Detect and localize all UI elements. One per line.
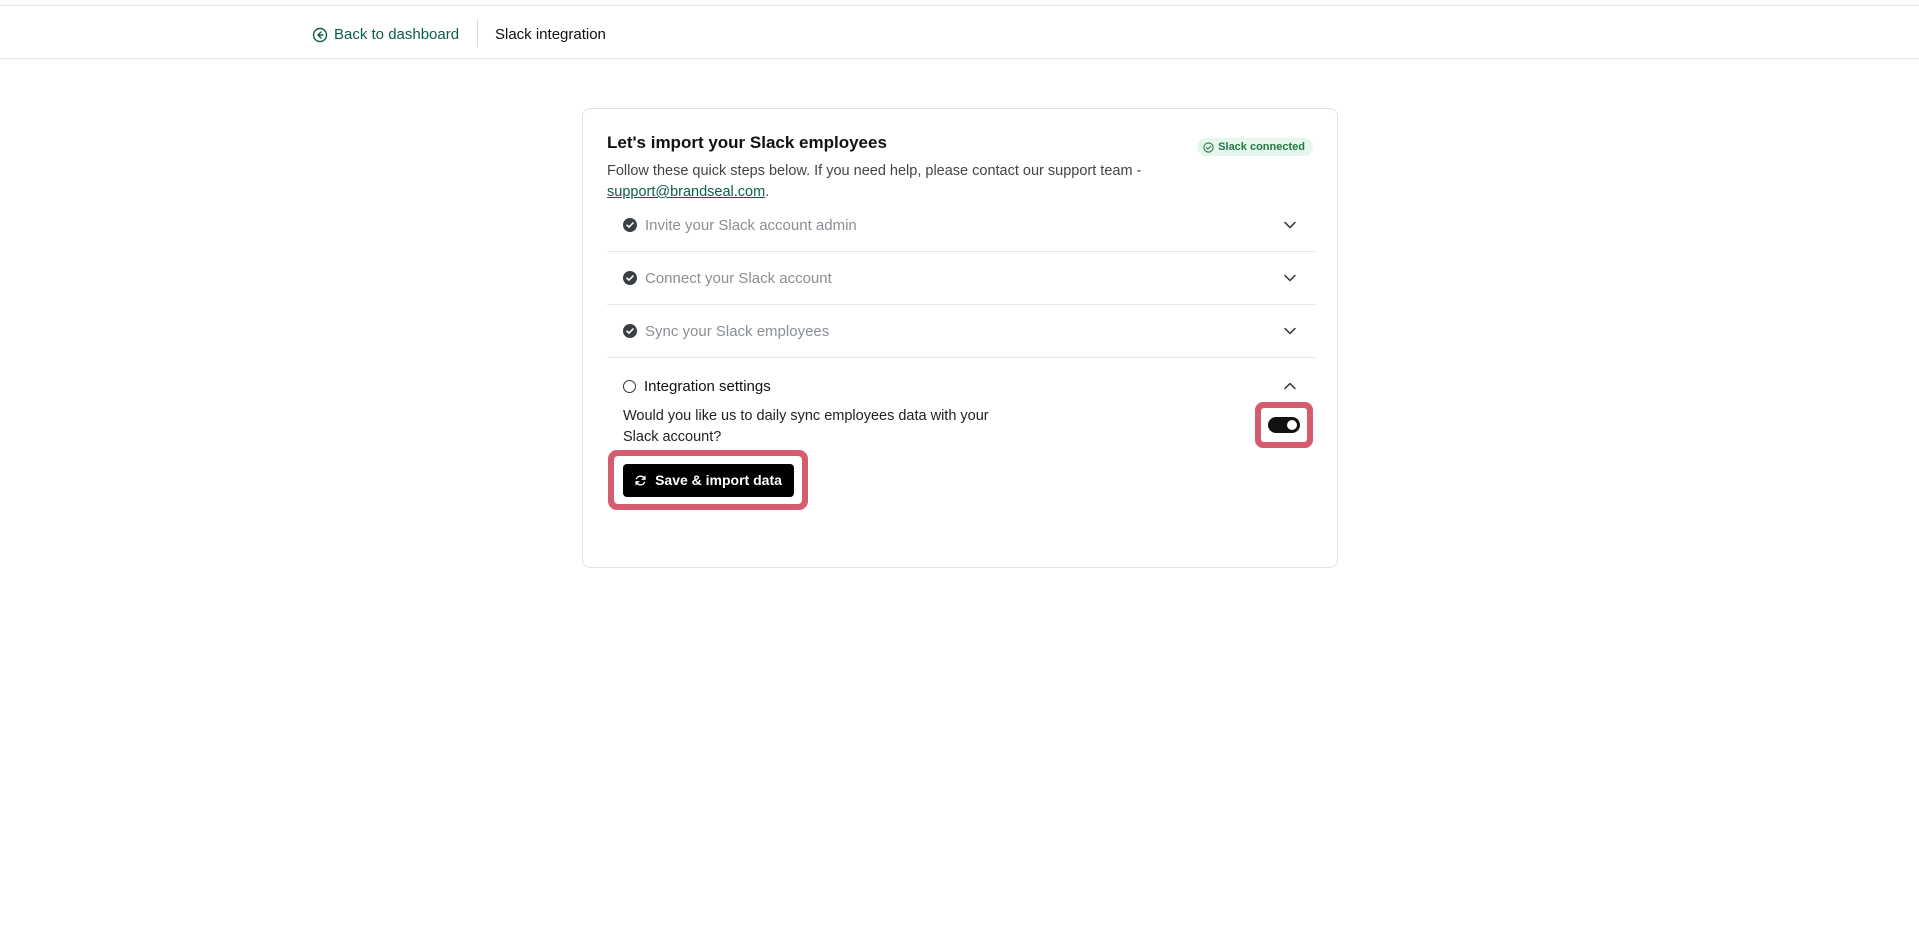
check-circle-filled-icon (623, 271, 637, 285)
toggle-frame (1261, 408, 1307, 442)
toggle-highlight (1255, 402, 1313, 448)
toggle-knob (1287, 420, 1297, 430)
description-end: . (765, 184, 770, 200)
step-connect-account[interactable]: Connect your Slack account (607, 252, 1315, 305)
button-label: Save & import data (655, 472, 782, 488)
support-email-link[interactable]: support@brandseal.com (607, 184, 765, 200)
button-highlight: Save & import data (608, 450, 808, 510)
header-divider (477, 19, 478, 47)
radio-empty-icon (623, 379, 636, 393)
daily-sync-toggle[interactable] (1268, 417, 1300, 433)
chevron-down-icon[interactable] (1283, 324, 1297, 338)
integration-settings-header[interactable]: Integration settings (607, 359, 1315, 413)
integration-card: Let's import your Slack employees Slack … (582, 108, 1338, 568)
step-label: Integration settings (644, 377, 771, 395)
refresh-icon (634, 474, 647, 487)
chevron-up-icon[interactable] (1283, 379, 1297, 393)
step-invite-admin[interactable]: Invite your Slack account admin (607, 199, 1315, 252)
save-import-button[interactable]: Save & import data (622, 463, 794, 497)
button-frame: Save & import data (614, 456, 802, 504)
daily-sync-question: Would you like us to daily sync employee… (623, 408, 989, 445)
card-title: Let's import your Slack employees (607, 133, 887, 152)
status-badge: Slack connected (1197, 138, 1313, 156)
step-integration-settings: Integration settings Would you like us t… (607, 359, 1315, 519)
description-text: Follow these quick steps below. If you n… (607, 163, 1142, 179)
arrow-left-circle-icon (312, 27, 328, 43)
check-circle-icon (1203, 141, 1214, 153)
page-header: Back to dashboard Slack integration (0, 6, 1919, 59)
chevron-down-icon[interactable] (1283, 271, 1297, 285)
step-sync-employees[interactable]: Sync your Slack employees (607, 305, 1315, 358)
back-to-dashboard-link[interactable]: Back to dashboard (312, 26, 459, 43)
check-circle-filled-icon (623, 218, 637, 232)
step-label: Sync your Slack employees (645, 322, 830, 340)
back-link-label: Back to dashboard (334, 26, 460, 43)
step-label: Invite your Slack account admin (645, 216, 857, 234)
card-description: Follow these quick steps below. If you n… (607, 161, 1207, 203)
page-title: Slack integration (495, 26, 606, 43)
step-label: Connect your Slack account (645, 269, 832, 287)
badge-label: Slack connected (1218, 141, 1305, 153)
chevron-down-icon[interactable] (1283, 218, 1297, 232)
check-circle-filled-icon (623, 324, 637, 338)
